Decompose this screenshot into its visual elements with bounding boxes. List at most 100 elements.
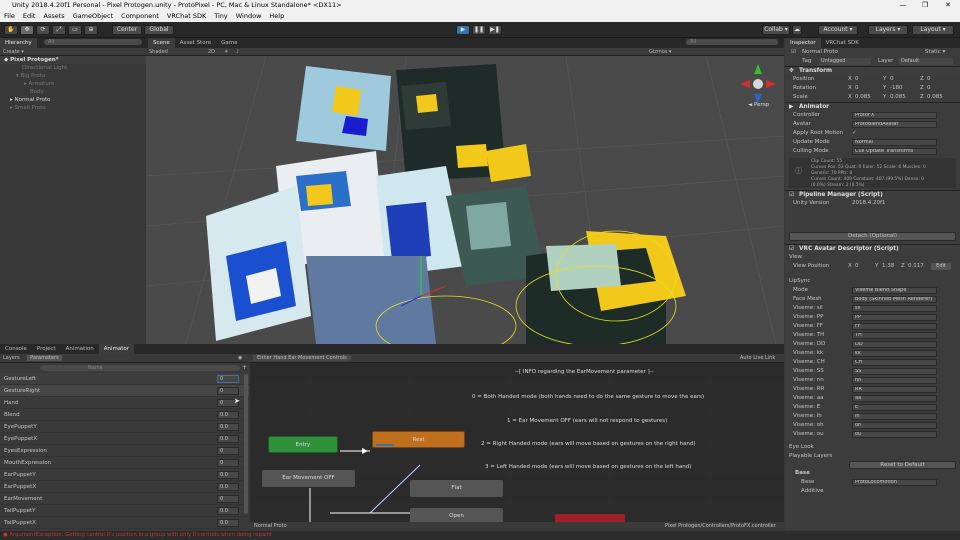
parameter-value[interactable]: 0.0: [217, 483, 239, 491]
parameter-row[interactable]: Hand 0: [0, 397, 249, 409]
reset-to-default-button[interactable]: Reset to Default: [849, 461, 956, 469]
parameter-value[interactable]: 0.0: [217, 519, 239, 527]
rotation-y[interactable]: -180: [890, 84, 902, 93]
eye-icon[interactable]: ◉: [238, 354, 242, 362]
viseme-dropdown[interactable]: sil: [852, 305, 937, 312]
viseme-dropdown[interactable]: nn: [852, 377, 937, 384]
tab-layers[interactable]: Layers: [3, 355, 20, 361]
position-x[interactable]: 0: [855, 75, 859, 84]
eye-look-foldout[interactable]: Eye Look: [785, 443, 960, 452]
parameter-row[interactable]: EarMovement 0: [0, 493, 249, 505]
view-x[interactable]: 0: [855, 262, 859, 271]
static-checkbox[interactable]: Static ▾: [925, 48, 945, 57]
face-mesh-field[interactable]: Body (Skinned Mesh Renderer): [852, 296, 937, 303]
mode-dropdown[interactable]: Viseme Blend Shape: [852, 287, 937, 294]
parameter-value[interactable]: 0.0: [217, 423, 239, 431]
view-foldout[interactable]: View: [785, 253, 960, 262]
parameter-value[interactable]: 0: [217, 495, 239, 503]
minimize-button[interactable]: —: [892, 0, 914, 11]
layout-dropdown[interactable]: Layout ▾: [912, 25, 954, 35]
controller-field[interactable]: ProtoFX: [852, 112, 937, 119]
tab-inspector[interactable]: Inspector: [785, 38, 821, 48]
tab-scene[interactable]: Scene: [148, 38, 175, 48]
scale-x[interactable]: 0.085: [855, 93, 871, 102]
parameter-row[interactable]: TailPuppetY 0.0: [0, 505, 249, 517]
state-entry[interactable]: Entry: [268, 436, 338, 453]
parameter-row[interactable]: EarPuppetX 0.0: [0, 481, 249, 493]
transform-tool-icon[interactable]: ⊕: [84, 25, 98, 35]
hierarchy-item-body[interactable]: Body: [0, 88, 146, 96]
hierarchy-search-input[interactable]: All: [44, 39, 142, 45]
apply-root-motion-checkbox[interactable]: ✓: [852, 129, 857, 138]
avatar-field[interactable]: ProtoBlendAvatar: [852, 121, 937, 128]
mode-2d-toggle[interactable]: 2D: [208, 48, 215, 56]
menu-edit[interactable]: Edit: [19, 11, 40, 22]
parameter-row[interactable]: GestureLeft 0: [0, 373, 249, 385]
viseme-dropdown[interactable]: PP: [852, 314, 937, 321]
descriptor-header[interactable]: ☑ VRC Avatar Descriptor (Script): [785, 244, 960, 253]
tab-animator[interactable]: Animator: [98, 344, 135, 354]
parameter-value[interactable]: 0.0: [217, 507, 239, 515]
layer-breadcrumb[interactable]: Either Hand Ear Movement Controls: [253, 355, 351, 361]
scale-z[interactable]: 0.085: [927, 93, 943, 102]
menu-window[interactable]: Window: [232, 11, 266, 22]
tab-console[interactable]: Console: [0, 344, 32, 354]
tab-asset-store[interactable]: Asset Store: [175, 38, 216, 48]
scale-y[interactable]: 0.085: [890, 93, 906, 102]
persp-label[interactable]: ◄ Persp: [748, 102, 769, 108]
state-rest[interactable]: Rest: [372, 431, 465, 448]
viseme-dropdown[interactable]: SS: [852, 368, 937, 375]
collapse-arrow-icon[interactable]: ▸: [10, 97, 13, 103]
tab-parameters[interactable]: Parameters: [27, 355, 62, 361]
hierarchy-item-normal-proto[interactable]: ▸ Normal Proto: [0, 96, 146, 104]
position-z[interactable]: 0: [927, 75, 931, 84]
menu-help[interactable]: Help: [265, 11, 288, 22]
state-ear-off[interactable]: Ear Movement OFF: [262, 470, 355, 487]
viseme-dropdown[interactable]: E: [852, 404, 937, 411]
hierarchy-item-small-proto[interactable]: ▸ Small Proto: [0, 104, 146, 112]
menu-component[interactable]: Component: [117, 11, 163, 22]
animator-header[interactable]: ▶ Animator: [785, 102, 960, 111]
parameter-search-input[interactable]: Name: [40, 365, 240, 371]
tab-project[interactable]: Project: [32, 344, 61, 354]
menu-gameobject[interactable]: GameObject: [69, 11, 118, 22]
status-bar[interactable]: ● ArgumentException: Getting control 0's…: [0, 531, 960, 540]
viseme-dropdown[interactable]: aa: [852, 395, 937, 402]
move-tool-icon[interactable]: ✥: [20, 25, 34, 35]
view-z[interactable]: 0.117: [908, 262, 924, 271]
create-dropdown[interactable]: Create ▾: [3, 49, 24, 55]
add-parameter-icon[interactable]: +: [242, 364, 247, 371]
parameter-value[interactable]: 0: [217, 375, 239, 383]
gizmos-dropdown[interactable]: Gizmos ▾: [649, 48, 672, 56]
pipeline-header[interactable]: ☑ Pipeline Manager (Script): [785, 190, 960, 199]
collab-dropdown[interactable]: Collab ▾: [762, 25, 790, 35]
scene-root-item[interactable]: ◆ Pixel Protogen*: [0, 56, 146, 64]
collapse-arrow-icon[interactable]: ▸: [10, 105, 13, 111]
collapse-arrow-icon[interactable]: ▸: [24, 81, 27, 87]
play-button[interactable]: ▶: [456, 25, 470, 35]
parameter-value[interactable]: 0.0: [217, 435, 239, 443]
hierarchy-item-directional-light[interactable]: Directional Light: [0, 64, 146, 72]
playable-layers-foldout[interactable]: Playable Layers: [785, 452, 960, 461]
parameter-row[interactable]: TailPuppetX 0.0: [0, 517, 249, 529]
tag-dropdown[interactable]: Untagged: [819, 58, 871, 65]
viseme-dropdown[interactable]: FF: [852, 323, 937, 330]
state-flat[interactable]: Flat: [410, 480, 503, 497]
menu-tiny[interactable]: Tiny: [210, 11, 232, 22]
parameter-value[interactable]: 0.0: [217, 411, 239, 419]
auto-live-link-toggle[interactable]: Auto Live Link: [740, 354, 775, 362]
scene-viewport[interactable]: [146, 56, 784, 344]
layer-dropdown[interactable]: Default: [899, 58, 953, 65]
lipsync-foldout[interactable]: LipSync: [785, 277, 960, 286]
space-toggle[interactable]: Global: [144, 25, 174, 35]
tab-hierarchy[interactable]: Hierarchy: [0, 38, 37, 48]
rotate-tool-icon[interactable]: ⟳: [36, 25, 50, 35]
parameter-row[interactable]: EyesExpression 0: [0, 445, 249, 457]
viseme-dropdown[interactable]: kk: [852, 350, 937, 357]
scale-tool-icon[interactable]: ⤢: [52, 25, 66, 35]
tab-animation[interactable]: Animation: [61, 344, 99, 354]
viseme-dropdown[interactable]: DD: [852, 341, 937, 348]
layers-dropdown[interactable]: Layers ▾: [868, 25, 908, 35]
pivot-toggle[interactable]: Center: [112, 25, 142, 35]
hierarchy-item-armature[interactable]: ▸ Armature: [0, 80, 146, 88]
